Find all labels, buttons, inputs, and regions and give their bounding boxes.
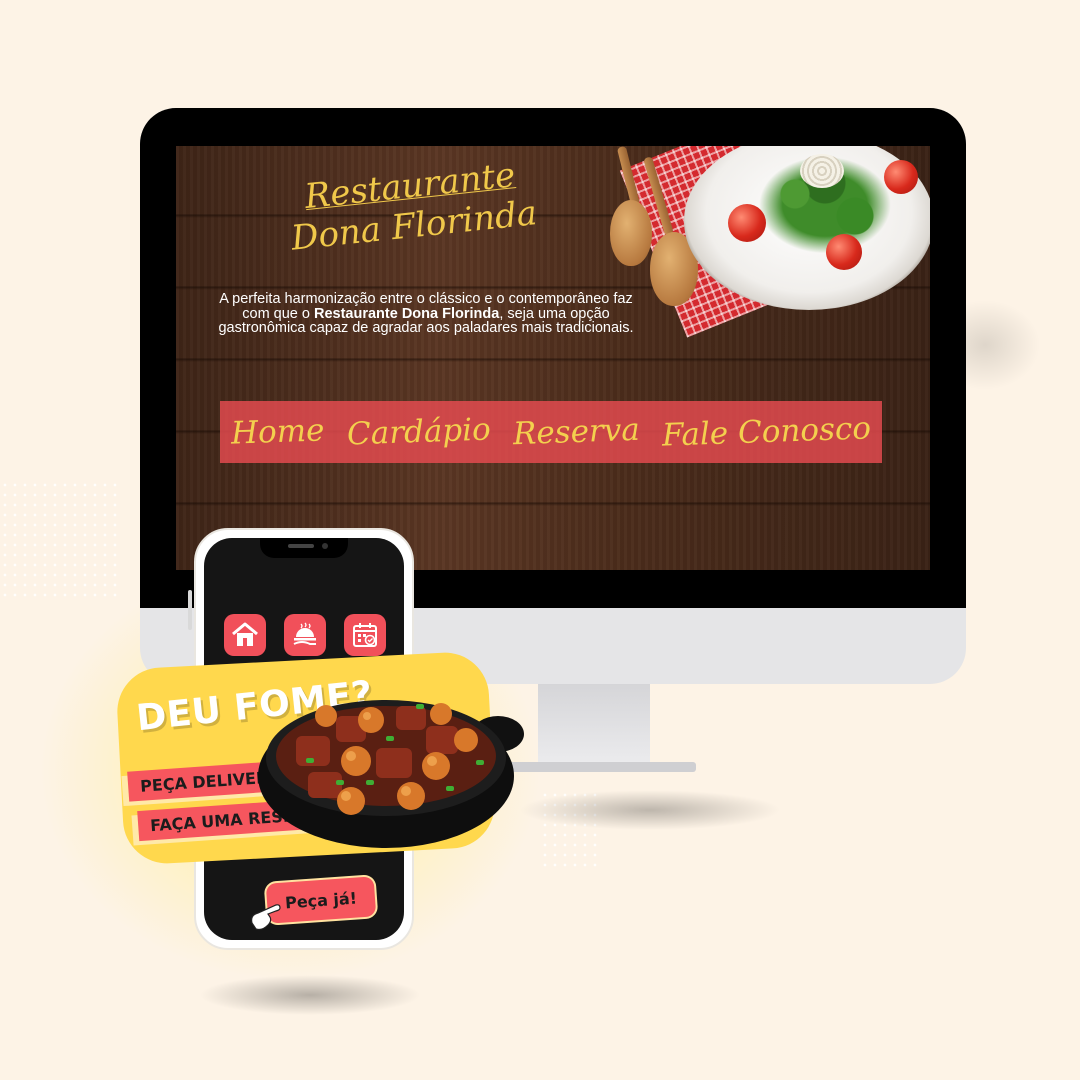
cherry-tomato [728,204,766,242]
cheese-strands [800,154,844,188]
delivery-tray-icon [293,622,316,645]
phone-notch [260,538,348,558]
order-now-label: Peça já! [284,888,358,912]
phone-side-button [188,590,192,630]
monitor-stand [538,684,650,766]
restaurant-description: A perfeita harmonização entre o clássico… [216,292,636,336]
pointing-hand-icon [251,904,281,931]
delivery-app-icon[interactable] [284,614,326,656]
calendar-app-icon[interactable] [344,614,386,656]
main-navigation: Home Cardápio Reserva Fale Conosco [220,401,882,463]
phone-shadow [200,975,420,1015]
cherry-tomato [826,234,862,270]
home-app-icon[interactable] [224,614,266,656]
home-icon [232,622,258,646]
monitor-shadow [520,790,780,830]
restaurant-logo-title: Restaurante Dona Florinda [269,152,556,261]
calendar-icon [353,623,377,647]
website-screen: Restaurante Dona Florinda A perfeita har… [176,146,930,570]
food-bowl-image [258,700,524,848]
nav-cardapio[interactable]: Cardápio [346,412,491,453]
phone-camera [322,543,328,549]
wooden-spoon [610,200,652,266]
nav-fale-conosco[interactable]: Fale Conosco [661,410,871,453]
nav-home[interactable]: Home [231,412,326,451]
phone-speaker [288,544,314,548]
cherry-tomato [884,160,918,194]
nav-reserva[interactable]: Reserva [512,412,640,452]
dot-pattern [0,480,120,600]
